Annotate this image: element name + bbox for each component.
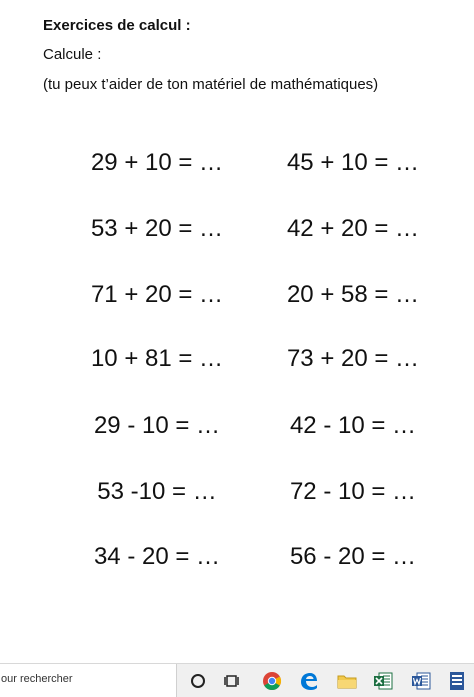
word-icon[interactable]: [410, 670, 432, 692]
taskbar: our rechercher: [0, 663, 474, 697]
taskbar-search-box[interactable]: our rechercher: [0, 664, 177, 697]
exercise-item: 53 -10 = …: [97, 478, 217, 505]
search-placeholder: our rechercher: [1, 673, 73, 685]
excel-icon[interactable]: [372, 670, 394, 692]
exercise-item: 71 + 20 = …: [90, 281, 224, 308]
exercise-item: 45 + 10 = …: [286, 149, 420, 176]
hint-text: (tu peux t’aider de ton matériel de math…: [43, 76, 379, 93]
document-page: Exercices de calcul : Calcule : (tu peux…: [0, 0, 474, 663]
exercise-item: 10 + 81 = …: [90, 345, 224, 372]
exercise-item: 42 + 20 = …: [286, 215, 420, 242]
instruction-text: Calcule :: [43, 46, 102, 63]
exercise-item: 72 - 10 = …: [289, 478, 417, 505]
exercise-item: 73 + 20 = …: [286, 345, 420, 372]
exercise-item: 29 - 10 = …: [93, 412, 221, 439]
edge-icon[interactable]: [298, 670, 320, 692]
exercise-item: 53 + 20 = …: [90, 215, 224, 242]
exercise-item: 56 - 20 = …: [289, 543, 417, 570]
exercise-item: 34 - 20 = …: [93, 543, 221, 570]
chrome-icon[interactable]: [261, 670, 283, 692]
exercise-item: 20 + 58 = …: [286, 281, 420, 308]
file-explorer-icon[interactable]: [336, 670, 358, 692]
page-title: Exercices de calcul :: [43, 17, 191, 34]
cortana-circle-icon[interactable]: [187, 670, 209, 692]
task-view-icon[interactable]: [221, 670, 243, 692]
exercise-item: 42 - 10 = …: [289, 412, 417, 439]
word-document-icon[interactable]: [446, 670, 468, 692]
exercise-item: 29 + 10 = …: [90, 149, 224, 176]
